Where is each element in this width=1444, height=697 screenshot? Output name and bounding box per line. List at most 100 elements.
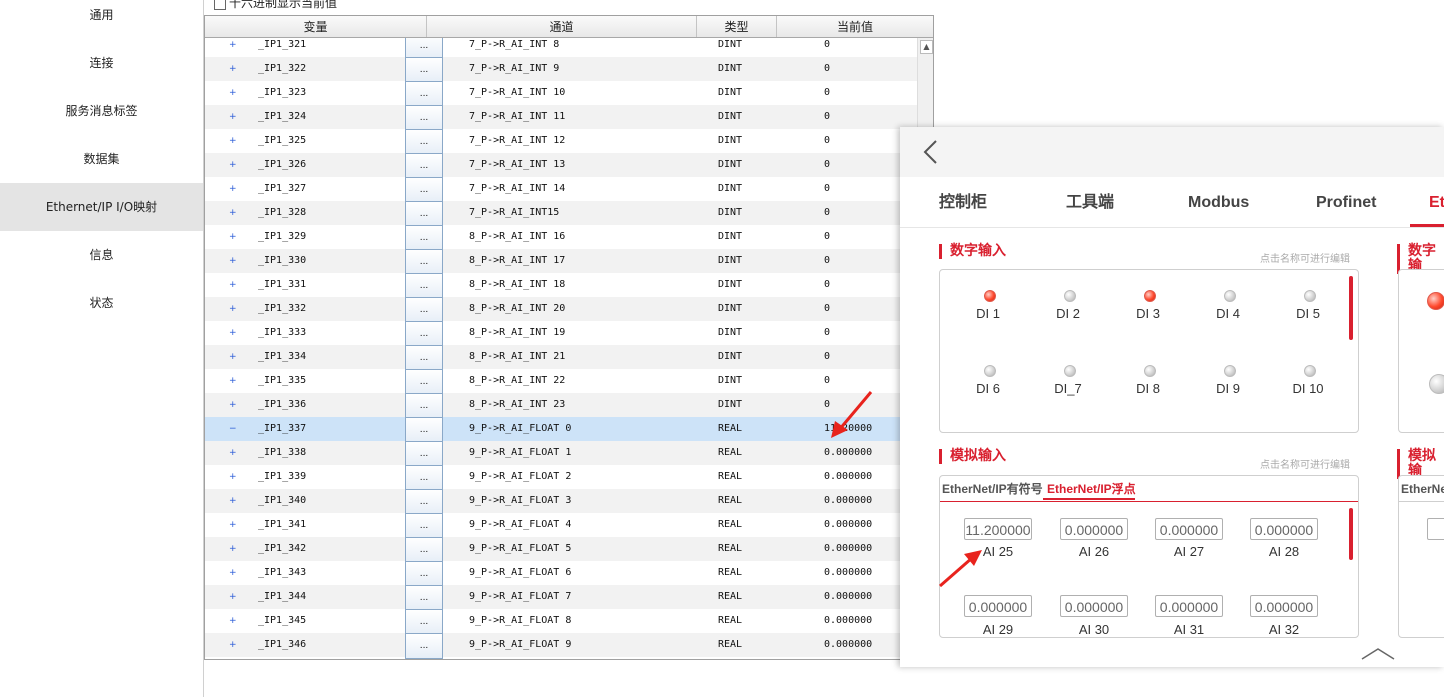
ai-value-field[interactable]: 0.000000 <box>1250 595 1318 617</box>
row-expand-icon[interactable]: + <box>229 369 237 393</box>
ai-label[interactable]: AI 29 <box>964 622 1032 637</box>
row-expand-icon[interactable]: + <box>229 441 237 465</box>
table-row[interactable]: + _IP1_339... 9_P->R_AI_FLOAT 2 REAL 0.00000… <box>205 465 917 491</box>
column-header-type[interactable]: 类型 <box>697 16 777 37</box>
sidebar-item-status[interactable]: 状态 <box>0 279 203 327</box>
row-expand-icon[interactable]: + <box>229 561 237 585</box>
scroll-up-icon[interactable]: ▲ <box>920 40 933 54</box>
table-row[interactable]: + _IP1_330... 8_P->R_AI_INT 17 DINT 0 <box>205 249 917 275</box>
di-label[interactable]: DI 8 <box>1118 381 1178 396</box>
tab-ethernet-ip[interactable]: Et <box>1429 177 1444 227</box>
tab-profinet[interactable]: Profinet <box>1316 177 1376 227</box>
table-row[interactable]: + _IP1_331... 8_P->R_AI_INT 18 DINT 0 <box>205 273 917 299</box>
ai-label[interactable]: AI 27 <box>1155 544 1223 559</box>
row-expand-icon[interactable]: + <box>229 273 237 297</box>
row-browse-button[interactable]: ... <box>405 441 443 467</box>
column-header-channel[interactable]: 通道 <box>427 16 697 37</box>
subtab-ethernet-ip-signed[interactable]: EtherNet/IP有符号 <box>942 476 1043 500</box>
ai-label[interactable]: AI 28 <box>1250 544 1318 559</box>
column-header-current-value[interactable]: 当前值 <box>777 16 933 37</box>
row-expand-icon[interactable]: + <box>229 225 237 249</box>
row-browse-button[interactable]: ... <box>405 633 443 659</box>
row-browse-button[interactable]: ... <box>405 177 443 203</box>
row-expand-icon[interactable]: + <box>229 513 237 537</box>
collapse-chevron-up-icon[interactable] <box>1360 647 1396 661</box>
table-row[interactable]: + _IP1_343... 9_P->R_AI_FLOAT 6 REAL 0.00000… <box>205 561 917 587</box>
row-expand-icon[interactable]: + <box>229 489 237 513</box>
analog-input-scroll-indicator[interactable] <box>1349 508 1353 560</box>
tab-control-cabinet[interactable]: 控制柜 <box>939 177 987 227</box>
row-expand-icon[interactable]: + <box>229 393 237 417</box>
row-browse-button[interactable]: ... <box>405 297 443 323</box>
ai-value-field[interactable]: 11.200000 <box>964 518 1032 540</box>
row-expand-icon[interactable]: + <box>229 609 237 633</box>
di-label[interactable]: DI 6 <box>958 381 1018 396</box>
row-browse-button[interactable]: ... <box>405 585 443 611</box>
row-expand-icon[interactable]: + <box>229 297 237 321</box>
sidebar-item-connection[interactable]: 连接 <box>0 39 203 87</box>
row-expand-icon[interactable]: + <box>229 177 237 201</box>
row-browse-button[interactable]: ... <box>405 201 443 227</box>
table-row[interactable]: + _IP1_342... 9_P->R_AI_FLOAT 5 REAL 0.00000… <box>205 537 917 563</box>
di-label[interactable]: DI 9 <box>1198 381 1258 396</box>
row-browse-button[interactable]: ... <box>405 345 443 371</box>
table-row[interactable]: + _IP1_321... 7_P->R_AI_INT 8 DINT 0 <box>205 38 917 59</box>
row-browse-button[interactable]: ... <box>405 489 443 515</box>
row-expand-icon[interactable]: + <box>229 321 237 345</box>
table-row[interactable]: + _IP1_327... 7_P->R_AI_INT 14 DINT 0 <box>205 177 917 203</box>
tab-tool-end[interactable]: 工具端 <box>1066 177 1114 227</box>
sidebar-item-general[interactable]: 通用 <box>0 0 203 39</box>
row-browse-button[interactable]: ... <box>405 225 443 251</box>
row-expand-icon[interactable]: + <box>229 633 237 657</box>
row-expand-icon[interactable]: + <box>229 537 237 561</box>
di-label[interactable]: DI 2 <box>1038 306 1098 321</box>
table-row[interactable]: + _IP1_340... 9_P->R_AI_FLOAT 3 REAL 0.00000… <box>205 489 917 515</box>
row-browse-button[interactable]: ... <box>405 321 443 347</box>
row-expand-icon[interactable]: + <box>229 57 237 81</box>
sidebar-item-service-message-tags[interactable]: 服务消息标签 <box>0 87 203 135</box>
ai-label[interactable]: AI 31 <box>1155 622 1223 637</box>
row-browse-button[interactable]: ... <box>405 417 443 443</box>
table-row[interactable]: + _IP1_344... 9_P->R_AI_FLOAT 7 REAL 0.00000… <box>205 585 917 611</box>
di-label[interactable]: DI 5 <box>1278 306 1338 321</box>
table-row[interactable]: + _IP1_346... 9_P->R_AI_FLOAT 9 REAL 0.00000… <box>205 633 917 659</box>
table-row[interactable]: + _IP1_345... 9_P->R_AI_FLOAT 8 REAL 0.00000… <box>205 609 917 635</box>
table-row[interactable]: + _IP1_326... 7_P->R_AI_INT 13 DINT 0 <box>205 153 917 179</box>
back-chevron-icon[interactable] <box>920 139 946 165</box>
row-browse-button[interactable]: ... <box>405 369 443 395</box>
di-label[interactable]: DI 3 <box>1118 306 1178 321</box>
digital-input-scroll-indicator[interactable] <box>1349 276 1353 340</box>
row-browse-button[interactable]: ... <box>405 513 443 539</box>
table-row[interactable]: + _IP1_324... 7_P->R_AI_INT 11 DINT 0 <box>205 105 917 131</box>
table-row[interactable]: + _IP1_338... 9_P->R_AI_FLOAT 1 REAL 0.00000… <box>205 441 917 467</box>
sidebar-item-info[interactable]: 信息 <box>0 231 203 279</box>
ai-label[interactable]: AI 30 <box>1060 622 1128 637</box>
row-expand-icon[interactable]: + <box>229 129 237 153</box>
row-browse-button[interactable]: ... <box>405 57 443 83</box>
row-browse-button[interactable]: ... <box>405 609 443 635</box>
hex-display-checkbox[interactable] <box>214 0 226 10</box>
ai-value-field[interactable]: 0.000000 <box>1155 518 1223 540</box>
row-browse-button[interactable]: ... <box>405 465 443 491</box>
row-browse-button[interactable]: ... <box>405 105 443 131</box>
ai-value-field[interactable]: 0.000000 <box>1060 595 1128 617</box>
sidebar-item-ethernet-ip-io-mapping[interactable]: Ethernet/IP I/O映射 <box>0 183 203 231</box>
column-header-variable[interactable]: 变量 <box>205 16 427 37</box>
table-row[interactable]: + _IP1_336... 8_P->R_AI_INT 23 DINT 0 <box>205 393 917 419</box>
table-row[interactable]: + _IP1_325... 7_P->R_AI_INT 12 DINT 0 <box>205 129 917 155</box>
di-label[interactable]: DI 4 <box>1198 306 1258 321</box>
ai-label[interactable]: AI 32 <box>1250 622 1318 637</box>
table-row[interactable]: + _IP1_332... 8_P->R_AI_INT 20 DINT 0 <box>205 297 917 323</box>
table-row[interactable]: + _IP1_334... 8_P->R_AI_INT 21 DINT 0 <box>205 345 917 371</box>
row-expand-icon[interactable]: + <box>229 153 237 177</box>
ai-value-field[interactable]: 0.000000 <box>1060 518 1128 540</box>
row-browse-button[interactable]: ... <box>405 38 443 59</box>
table-row[interactable]: + _IP1_328... 7_P->R_AI_INT15 DINT 0 <box>205 201 917 227</box>
di-label[interactable]: DI 1 <box>958 306 1018 321</box>
row-expand-icon[interactable]: + <box>229 81 237 105</box>
row-expand-icon[interactable]: + <box>229 345 237 369</box>
analog-output-value-field[interactable]: 12 <box>1427 518 1444 540</box>
ai-value-field[interactable]: 0.000000 <box>1155 595 1223 617</box>
di-label[interactable]: DI 10 <box>1278 381 1338 396</box>
ai-value-field[interactable]: 0.000000 <box>1250 518 1318 540</box>
